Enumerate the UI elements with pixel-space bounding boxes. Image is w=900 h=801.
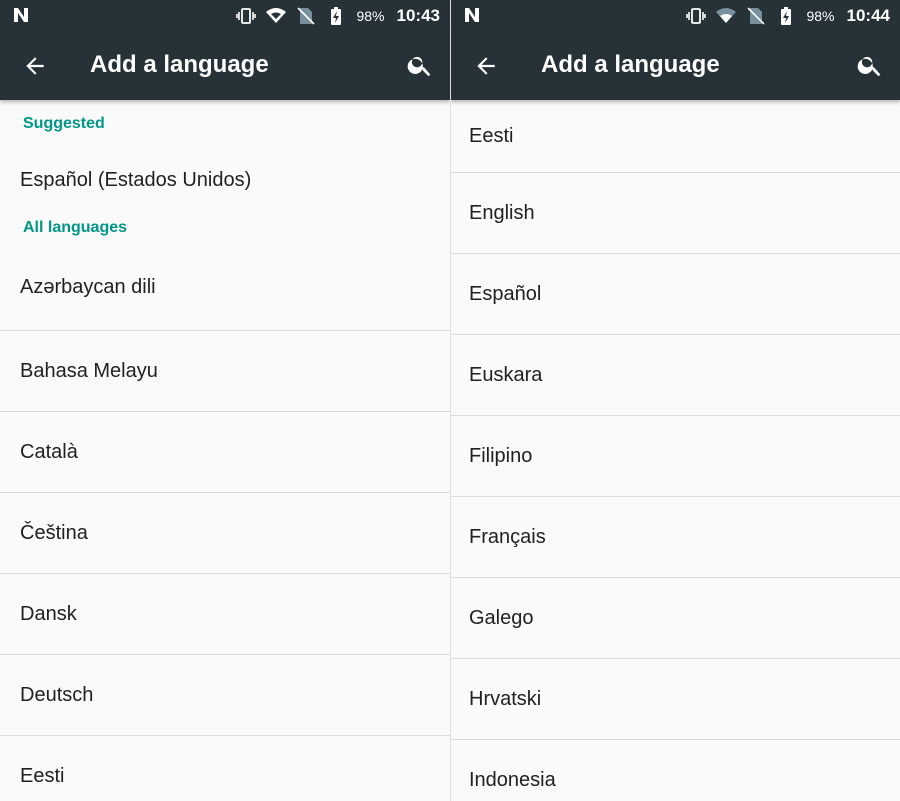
app-bar: Add a language [451, 31, 900, 100]
list-item[interactable]: Dansk [0, 574, 450, 655]
back-arrow-icon[interactable] [22, 53, 48, 79]
list-item[interactable]: Català [0, 412, 450, 493]
list-item[interactable]: Hrvatski [451, 659, 900, 740]
list-item[interactable]: Español (Estados Unidos) [0, 141, 450, 220]
list-item[interactable]: Indonesia [451, 740, 900, 801]
page-title: Add a language [90, 51, 269, 78]
vibrate-icon [686, 7, 707, 24]
list-item[interactable]: English [451, 173, 900, 254]
clock: 10:43 [396, 5, 440, 25]
wifi-icon [716, 7, 737, 23]
battery-percent: 98% [356, 7, 385, 24]
notification-n-icon [465, 8, 479, 22]
list-item[interactable]: Eesti [451, 100, 900, 173]
list-item[interactable]: Galego [451, 578, 900, 659]
status-bar: 98% 10:43 [0, 0, 450, 31]
list-item[interactable]: Eesti [0, 736, 450, 801]
list-item[interactable]: Euskara [451, 335, 900, 416]
list-item[interactable]: Bahasa Melayu [0, 331, 450, 412]
vibrate-icon [236, 7, 257, 24]
battery-charging-icon [781, 6, 792, 25]
no-sim-icon [747, 6, 766, 25]
search-icon[interactable] [856, 51, 884, 79]
list-item[interactable]: Français [451, 497, 900, 578]
app-bar: Add a language [0, 31, 450, 100]
status-bar: 98% 10:44 [451, 0, 900, 31]
battery-charging-icon [331, 6, 342, 25]
search-icon[interactable] [406, 51, 434, 79]
list-item[interactable]: Čeština [0, 493, 450, 574]
list-item[interactable]: Filipino [451, 416, 900, 497]
page-title: Add a language [541, 51, 720, 78]
list-item[interactable]: Español [451, 254, 900, 335]
language-list: Suggested Español (Estados Unidos) All l… [0, 100, 450, 801]
clock: 10:44 [846, 5, 890, 25]
notification-n-icon [14, 8, 28, 22]
screen-right: 98% 10:44 Add a language Eesti English E… [451, 0, 900, 801]
list-item[interactable]: Deutsch [0, 655, 450, 736]
screen-left: 98% 10:43 Add a language Suggested Españ… [0, 0, 450, 801]
section-header-suggested: Suggested [23, 115, 105, 132]
back-arrow-icon[interactable] [473, 53, 499, 79]
battery-percent: 98% [806, 7, 835, 24]
wifi-icon [266, 7, 287, 23]
section-header-all-languages: All languages [23, 219, 128, 236]
language-list: Eesti English Español Euskara Filipino F… [451, 100, 900, 801]
list-item[interactable]: Azərbaycan dili [0, 245, 450, 331]
no-sim-icon [297, 6, 316, 25]
